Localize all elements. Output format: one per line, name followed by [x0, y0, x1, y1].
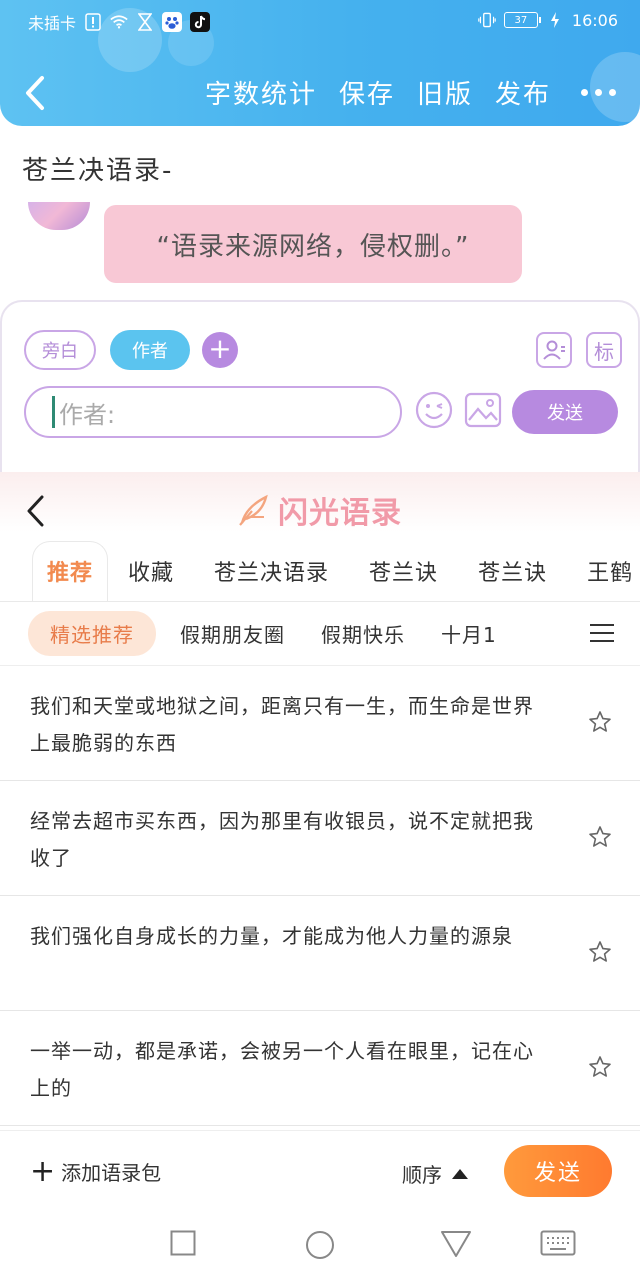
back-button[interactable]	[22, 74, 48, 112]
hourglass-icon	[136, 12, 154, 32]
image-icon[interactable]	[464, 392, 502, 428]
carrier-text: 未插卡	[28, 14, 77, 33]
plus-icon: +	[30, 1153, 56, 1189]
quote-text: 我们和天堂或地狱之间，距离只有一生，而生命是世界上最脆弱的东西	[30, 694, 534, 755]
add-quote-pack-button[interactable]: + 添加语录包	[30, 1153, 162, 1189]
baidu-app-icon	[162, 12, 183, 32]
composer-panel: 旁白 作者 + 标 作者: 发送	[0, 300, 640, 480]
user-icon	[543, 340, 565, 360]
keyboard-icon[interactable]	[540, 1230, 576, 1256]
tab-canglanjue-2[interactable]: 苍兰诀	[458, 540, 567, 601]
message-bubble[interactable]: “语录来源网络，侵权删。”	[104, 205, 522, 283]
quote-text: 我们强化自身成长的力量，才能成为他人力量的源泉	[30, 924, 513, 948]
star-icon[interactable]	[588, 1055, 612, 1079]
order-toggle[interactable]: 顺序	[402, 1159, 468, 1188]
back-nav-icon[interactable]	[440, 1230, 472, 1258]
app-header: 未插卡 37 16:06 字数统计 保存 旧版 发布	[0, 0, 640, 126]
subcategory-tabs: 精选推荐 假期朋友圈 假期快乐 十月1	[0, 602, 640, 666]
text-caret	[52, 396, 55, 428]
add-role-button[interactable]: +	[202, 332, 238, 368]
menu-icon[interactable]	[590, 624, 614, 644]
list-item[interactable]: 我们强化自身成长的力量，才能成为他人力量的源泉	[0, 896, 640, 1011]
send-quote-button[interactable]: 发送	[504, 1145, 612, 1197]
header-toolbar: 字数统计 保存 旧版 发布	[205, 74, 616, 111]
quote-text: 一举一动，都是承诺，会被另一个人看在眼里，记在心上的	[30, 1039, 534, 1100]
wifi-icon	[110, 12, 128, 32]
emoji-icon[interactable]	[414, 390, 454, 430]
subtab-holiday-moments[interactable]: 假期朋友圈	[180, 619, 285, 648]
home-icon[interactable]	[305, 1230, 335, 1260]
author-tag-button[interactable]: 作者	[110, 330, 190, 370]
quote-sheet: 闪光语录 推荐 收藏 苍兰决语录 苍兰诀 苍兰诀 王鹤 精选推荐 假期朋友圈 假…	[0, 472, 640, 1212]
brand-title: 闪光语录	[278, 496, 402, 531]
order-label: 顺序	[402, 1163, 442, 1187]
author-placeholder: 作者:	[59, 400, 116, 429]
composer-send-button[interactable]: 发送	[512, 390, 618, 434]
save-button[interactable]: 保存	[339, 74, 395, 111]
tab-favorites[interactable]: 收藏	[108, 540, 194, 601]
recents-icon[interactable]	[170, 1230, 196, 1256]
publish-button[interactable]: 发布	[495, 74, 551, 111]
tab-canglanjue[interactable]: 苍兰诀	[349, 540, 458, 601]
list-item[interactable]: 一举一动，都是承诺，会被另一个人看在眼里，记在心上的	[0, 1011, 640, 1126]
avatar[interactable]	[28, 202, 90, 230]
system-nav-bar	[0, 1212, 640, 1280]
tag-label-text: 标	[594, 339, 614, 364]
star-icon[interactable]	[588, 940, 612, 964]
tab-canglanjue-quotes[interactable]: 苍兰决语录	[194, 540, 349, 601]
feather-icon	[239, 494, 268, 526]
subtab-october[interactable]: 十月1	[441, 619, 497, 648]
subtab-happy-holiday[interactable]: 假期快乐	[321, 619, 405, 648]
sheet-bottom-bar: + 添加语录包 顺序 发送	[0, 1130, 640, 1212]
battery-indicator: 37	[503, 12, 541, 28]
quote-list: 我们和天堂或地狱之间，距离只有一生，而生命是世界上最脆弱的东西 经常去超市买东西…	[0, 666, 640, 1126]
author-input[interactable]: 作者:	[24, 386, 402, 438]
sim-alert-icon	[84, 12, 102, 32]
narration-tag-button[interactable]: 旁白	[24, 330, 96, 370]
list-item[interactable]: 经常去超市买东西，因为那里有收银员，说不定就把我收了	[0, 781, 640, 896]
more-options-button[interactable]	[581, 89, 616, 96]
chat-title: 苍兰决语录-	[22, 156, 174, 186]
old-version-button[interactable]: 旧版	[417, 74, 473, 111]
battery-level: 37	[514, 14, 528, 26]
word-count-button[interactable]: 字数统计	[205, 74, 317, 111]
add-pack-label: 添加语录包	[61, 1161, 162, 1185]
profile-card-button[interactable]	[536, 332, 572, 368]
status-bar: 未插卡 37 16:06	[0, 0, 640, 44]
star-icon[interactable]	[588, 825, 612, 849]
brand-logo: 闪光语录	[236, 488, 402, 532]
vibrate-icon	[478, 10, 496, 30]
star-icon[interactable]	[588, 710, 612, 734]
list-item[interactable]: 我们和天堂或地狱之间，距离只有一生，而生命是世界上最脆弱的东西	[0, 666, 640, 781]
triangle-up-icon	[452, 1168, 468, 1179]
clock-time: 16:06	[571, 10, 618, 30]
subtab-featured[interactable]: 精选推荐	[28, 611, 156, 656]
tab-recommend[interactable]: 推荐	[32, 540, 109, 601]
tiktok-app-icon	[190, 12, 211, 32]
charging-icon	[546, 10, 564, 30]
tab-wanghe[interactable]: 王鹤	[567, 540, 640, 601]
category-tabs: 推荐 收藏 苍兰决语录 苍兰诀 苍兰诀 王鹤	[0, 540, 640, 602]
tag-label-button[interactable]: 标	[586, 332, 622, 368]
quote-text: 经常去超市买东西，因为那里有收银员，说不定就把我收了	[30, 809, 534, 870]
sheet-back-button[interactable]	[24, 494, 46, 528]
